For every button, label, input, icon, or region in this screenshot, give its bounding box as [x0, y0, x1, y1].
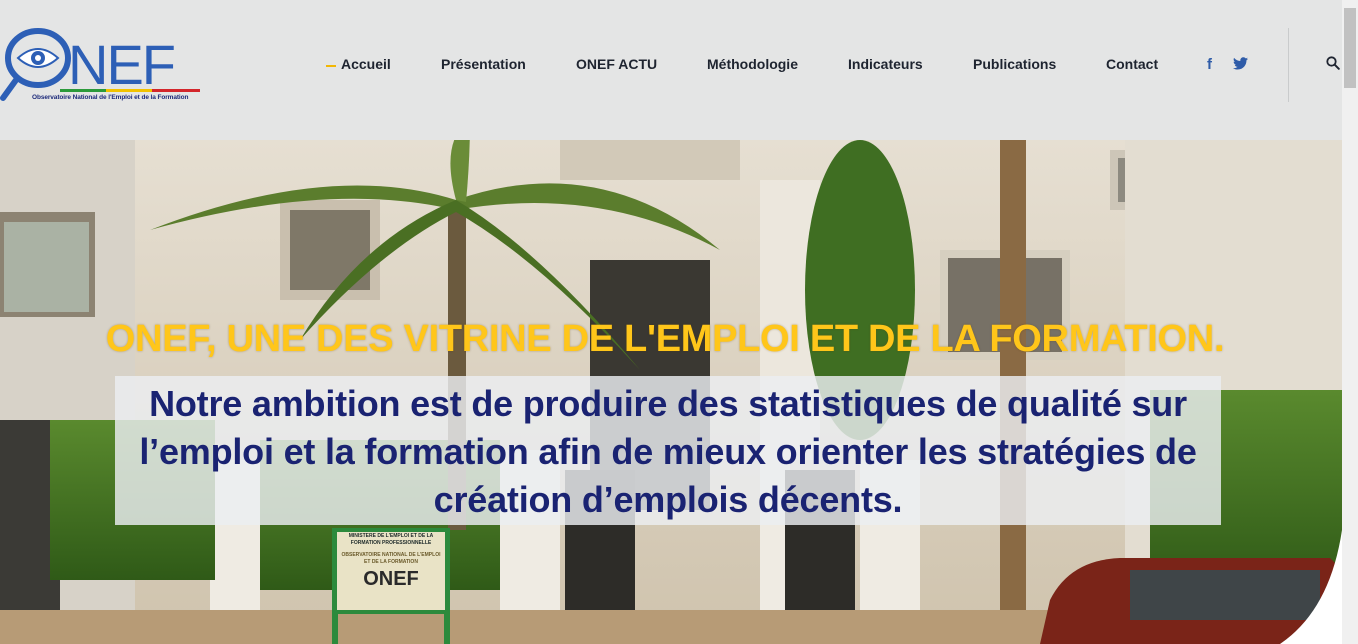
- page-scrollbar[interactable]: [1342, 0, 1358, 644]
- hero-subtitle: Notre ambition est de produire des stati…: [139, 383, 1197, 520]
- hero-title: ONEF, UNE DES VITRINE DE L'EMPLOI ET DE …: [105, 318, 1225, 360]
- hero-banner: MINISTERE DE L'EMPLOI ET DE LA FORMATION…: [0, 140, 1342, 644]
- nav-item-methodologie[interactable]: Méthodologie: [707, 56, 798, 72]
- nav-item-accueil[interactable]: Accueil: [341, 56, 391, 72]
- sign-line-3: OBSERVATOIRE NATIONAL DE L'EMPLOI: [341, 552, 441, 558]
- site-header: NEF Observatoire National de l'Emploi et…: [0, 0, 1342, 140]
- sign-line-1: MINISTERE DE L'EMPLOI ET DE LA: [348, 533, 434, 539]
- nav-item-contact[interactable]: Contact: [1106, 56, 1158, 72]
- sign-line-4: ET DE LA FORMATION: [364, 559, 418, 565]
- active-indicator: [326, 65, 336, 67]
- scrollbar-thumb[interactable]: [1344, 8, 1356, 88]
- hero-subtitle-box: Notre ambition est de produire des stati…: [115, 376, 1221, 525]
- search-icon[interactable]: [1326, 56, 1342, 74]
- twitter-icon[interactable]: [1233, 57, 1248, 74]
- main-navigation: Accueil Présentation ONEF ACTU Méthodolo…: [0, 0, 1342, 140]
- nav-item-presentation[interactable]: Présentation: [441, 56, 526, 72]
- nav-divider: [1288, 28, 1289, 102]
- nav-item-onef-actu[interactable]: ONEF ACTU: [576, 56, 657, 72]
- nav-item-indicateurs[interactable]: Indicateurs: [848, 56, 923, 72]
- sign-line-2: FORMATION PROFESSIONNELLE: [350, 540, 432, 546]
- sign-name: ONEF: [363, 568, 419, 590]
- nav-item-publications[interactable]: Publications: [973, 56, 1056, 72]
- facebook-icon[interactable]: f: [1207, 56, 1212, 73]
